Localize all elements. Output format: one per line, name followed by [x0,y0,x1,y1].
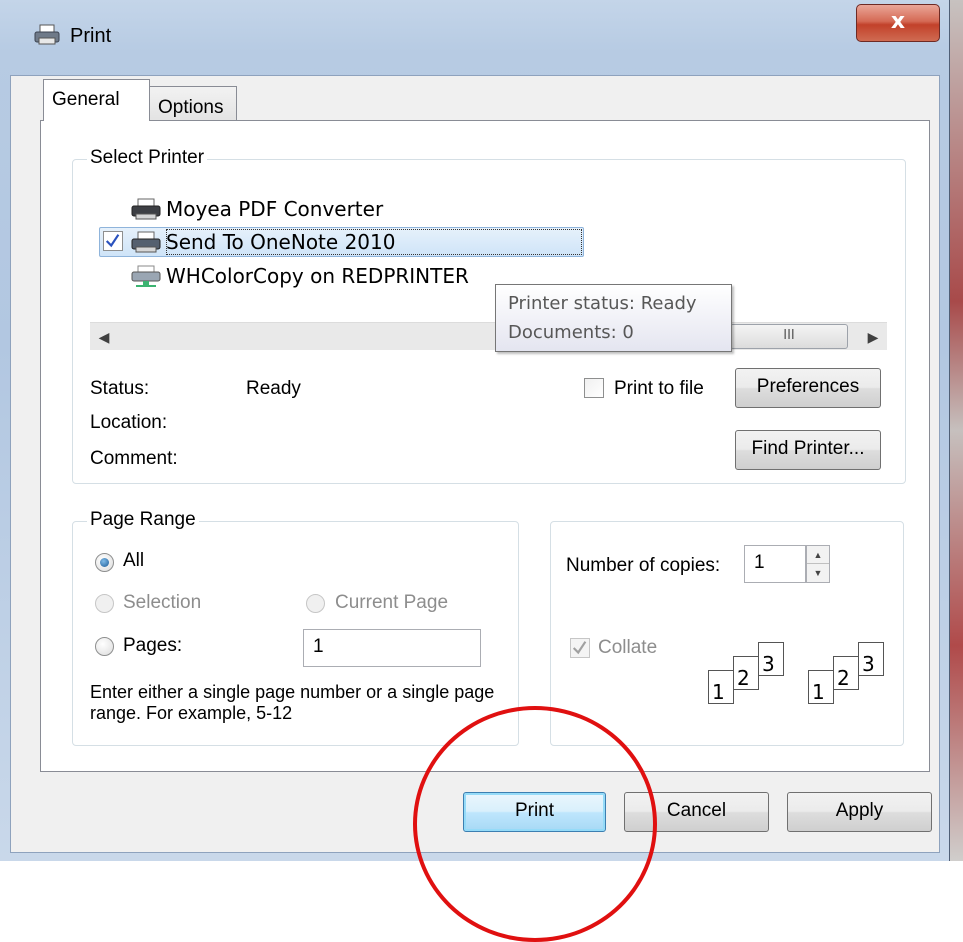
network-printer-icon [131,265,161,287]
spin-up-arrow-icon[interactable]: ▲ [807,546,829,564]
tab-general[interactable]: General [43,79,150,121]
printer-name: Send To OneNote 2010 [166,230,396,254]
comment-label: Comment: [90,448,178,469]
checkmark-icon [572,641,587,655]
select-printer-label: Select Printer [87,147,208,169]
pages-input[interactable]: 1 [303,629,481,667]
page-range-label: Page Range [87,509,199,531]
close-button[interactable]: x [856,4,940,42]
printer-name: WHColorCopy on REDPRINTER [166,264,469,288]
window-title: Print [70,25,112,47]
status-label: Status: [90,378,150,399]
close-icon: x [890,9,906,34]
print-to-file-checkbox[interactable] [584,378,604,398]
printer-status-tooltip: Printer status: Ready Documents: 0 [495,284,732,352]
tooltip-documents-line: Documents: 0 [508,322,634,343]
printer-default-checkbox[interactable] [103,231,123,251]
scroll-right-arrow-icon[interactable]: ▶ [859,323,887,351]
printer-item-whcolorcopy[interactable]: WHColorCopy on REDPRINTER [130,262,500,292]
collate-label: Collate [598,637,658,658]
cancel-button[interactable]: Cancel [624,792,769,832]
current-page-label: Current Page [335,592,449,613]
horizontal-scrollbar[interactable]: ◀ III ▶ [90,322,887,350]
printer-icon [131,198,161,220]
print-to-file-label[interactable]: Print to file [614,378,704,400]
selection-label: Selection [123,592,202,613]
radio-current-page [306,594,325,613]
collate-checkbox [570,638,590,658]
printer-name: Moyea PDF Converter [166,197,384,221]
printer-icon [34,24,60,45]
apply-button[interactable]: Apply [787,792,932,832]
collate-page: 2 [733,656,759,690]
find-printer-button[interactable]: Find Printer... [735,430,881,470]
status-value: Ready [246,378,301,399]
preferences-button[interactable]: Preferences [735,368,881,408]
collate-page: 3 [858,642,884,676]
all-label[interactable]: All [123,550,144,572]
scrollbar-thumb[interactable]: III [730,324,848,349]
checkmark-icon [105,234,120,248]
print-button[interactable]: Print [463,792,606,832]
printer-icon [131,231,161,253]
printer-item-moyea[interactable]: Moyea PDF Converter [130,195,420,225]
radio-selection [95,594,114,613]
collate-page: 3 [758,642,784,676]
copies-spinner[interactable]: ▲ ▼ [806,545,830,583]
location-label: Location: [90,412,168,433]
collate-page: 1 [808,670,834,704]
scroll-left-arrow-icon[interactable]: ◀ [90,323,118,351]
number-of-copies-label: Number of copies: [566,555,721,576]
copies-input[interactable]: 1 [744,545,806,583]
printer-item-onenote[interactable]: Send To OneNote 2010 [130,228,430,258]
radio-pages[interactable] [95,637,114,656]
radio-all[interactable] [95,553,114,572]
tooltip-status-line: Printer status: Ready [508,293,697,314]
collate-page: 2 [833,656,859,690]
spin-down-arrow-icon[interactable]: ▼ [807,564,829,582]
tab-options[interactable]: Options [149,86,237,121]
title-bar[interactable]: Print x [0,0,950,76]
page-range-hint: Enter either a single page number or a s… [90,682,495,723]
pages-label[interactable]: Pages: [123,635,182,657]
collate-page: 1 [708,670,734,704]
